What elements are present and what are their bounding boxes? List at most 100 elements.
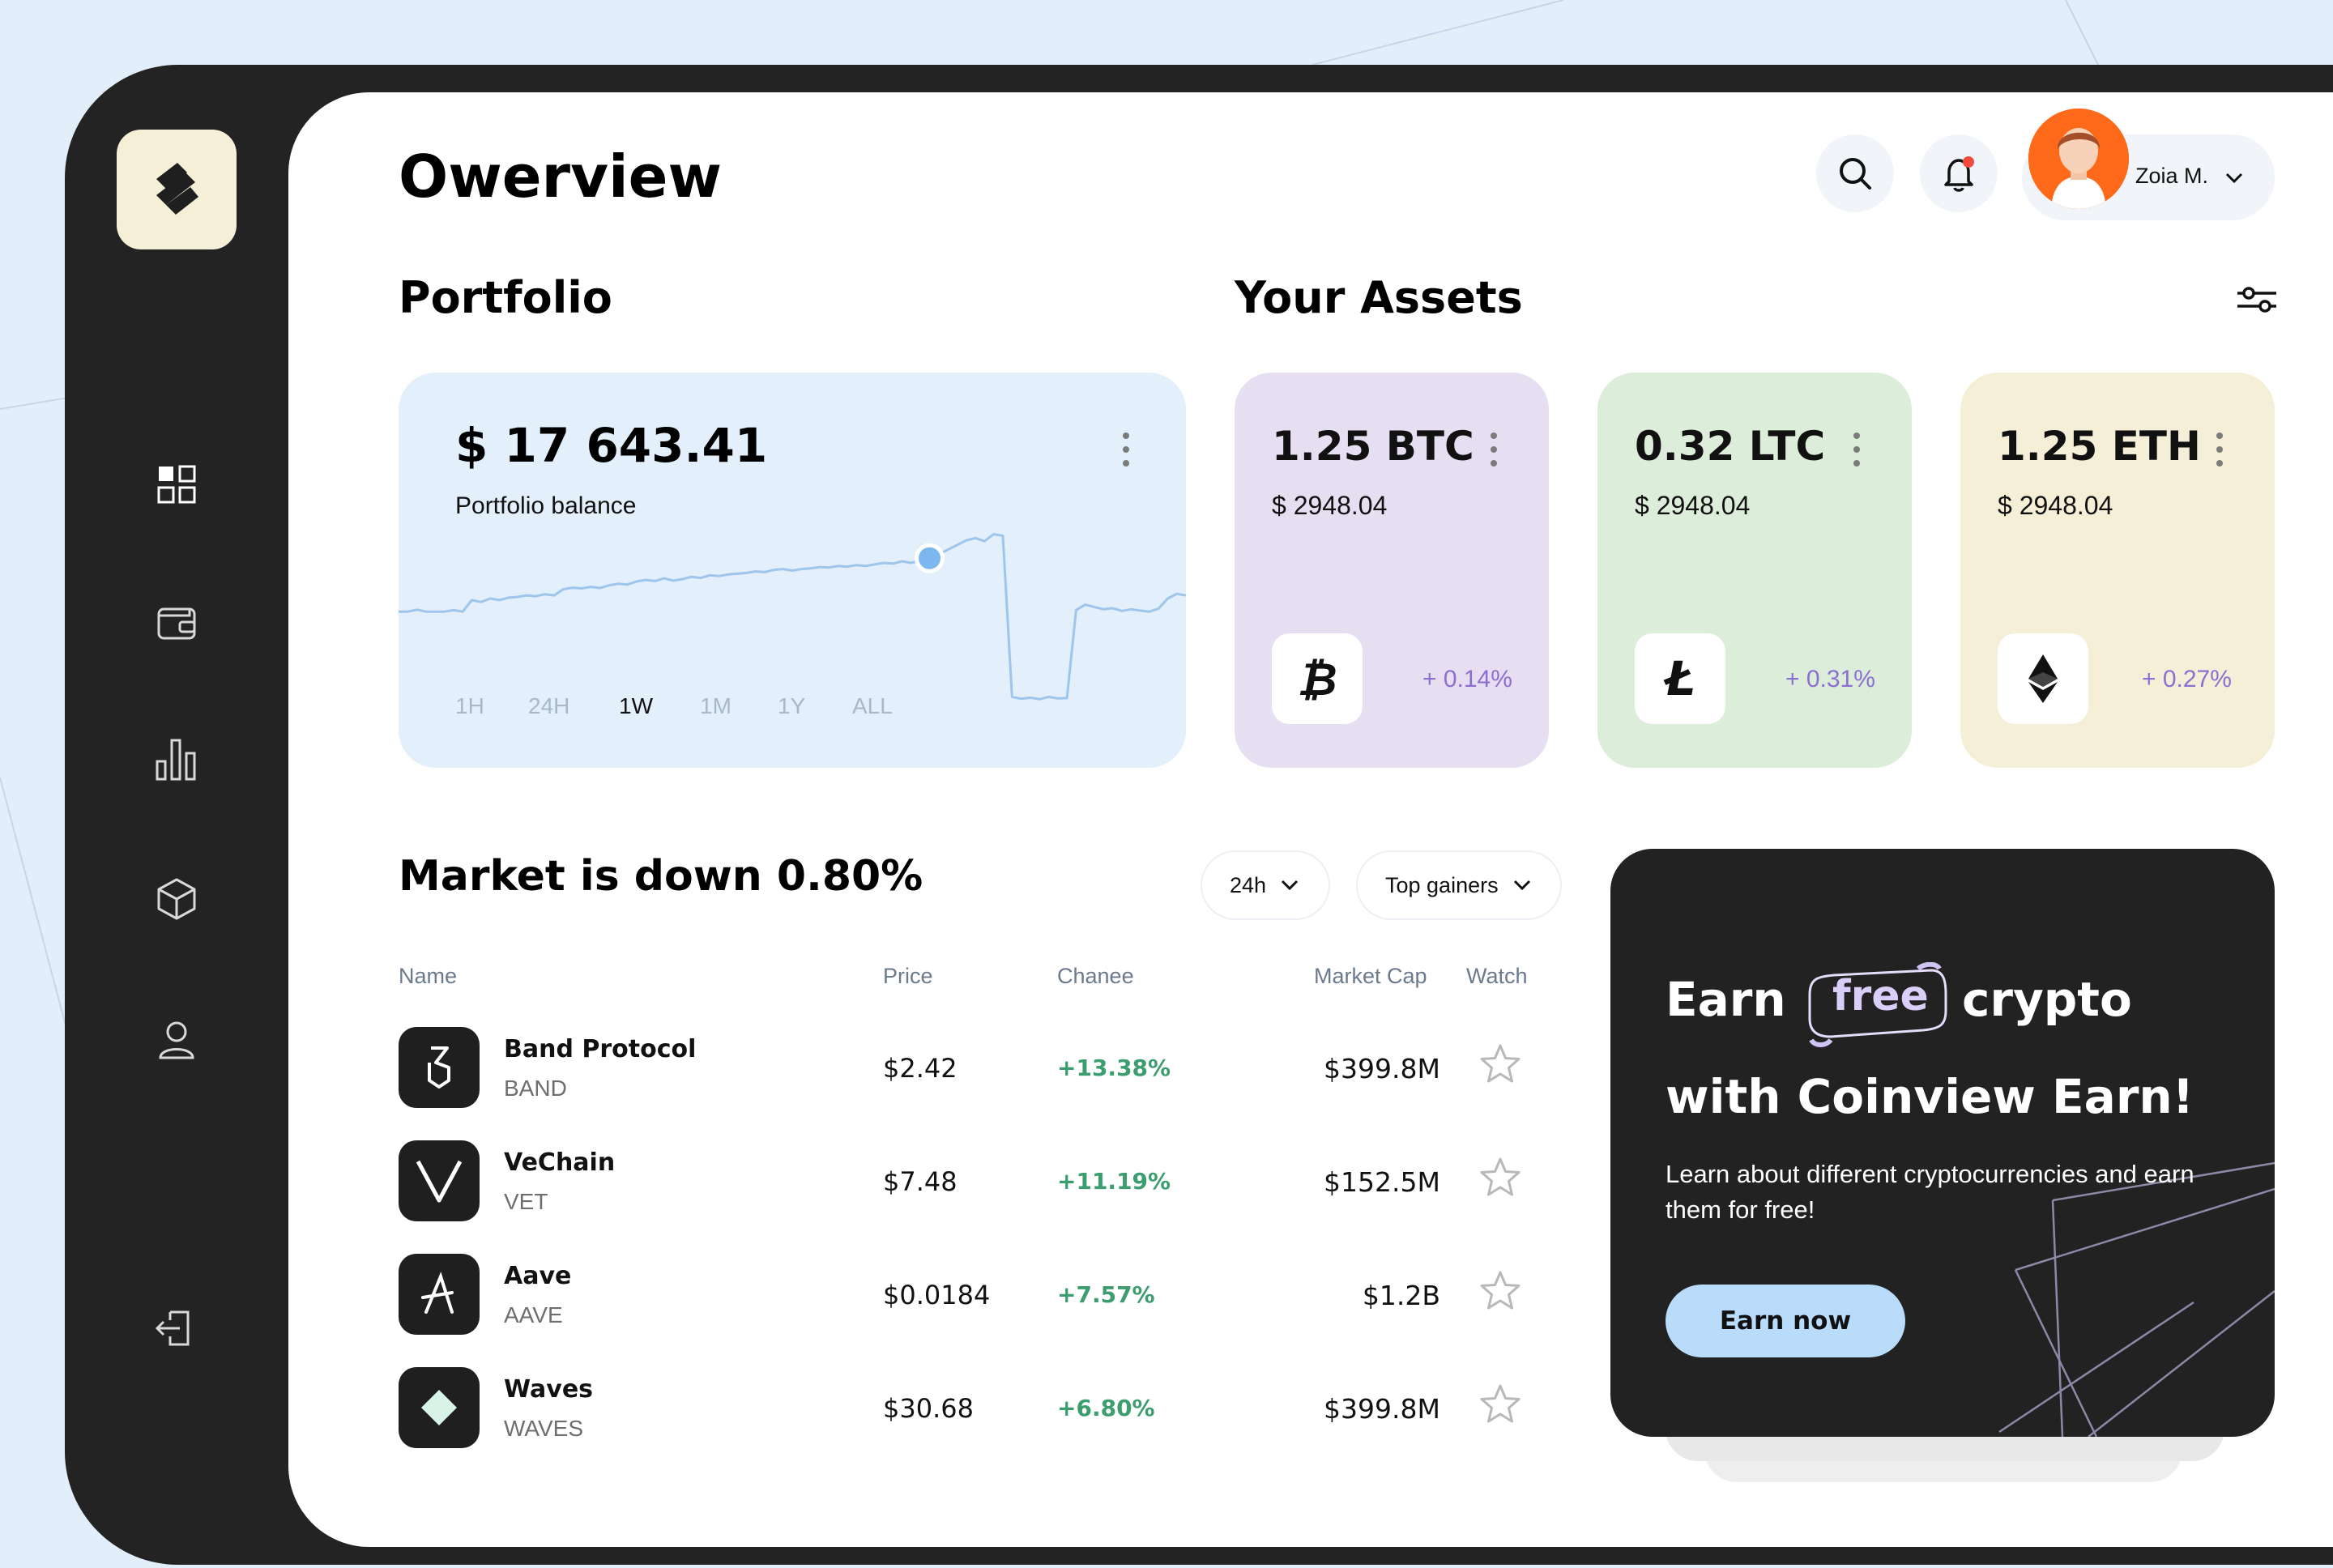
assets-heading: Your Assets xyxy=(1235,272,1523,323)
asset-menu-button[interactable] xyxy=(1853,432,1863,474)
timeframe-24h[interactable]: 24H xyxy=(528,693,569,719)
asset-card-eth[interactable]: 1.25 ETH $ 2948.04 + 0.27% xyxy=(1960,373,2275,768)
asset-usd-value: $ 2948.04 xyxy=(1998,491,2113,520)
period-select[interactable]: 24h xyxy=(1201,850,1330,920)
nav-products[interactable] xyxy=(149,871,204,927)
asset-card-ltc[interactable]: 0.32 LTC $ 2948.04 Ł + 0.31% xyxy=(1597,373,1912,768)
star-icon[interactable] xyxy=(1479,1270,1521,1312)
coin-symbol: WAVES xyxy=(504,1416,584,1441)
column-header-market-cap[interactable]: Market Cap xyxy=(1314,964,1427,989)
period-select-value: 24h xyxy=(1230,872,1267,897)
sliders-icon xyxy=(2237,287,2276,313)
coin-market-cap: $152.5M xyxy=(1324,1166,1440,1198)
notifications-button[interactable] xyxy=(1920,134,1998,212)
column-header-watch[interactable]: Watch xyxy=(1466,964,1528,989)
nav-profile[interactable] xyxy=(149,1012,204,1067)
asset-change: + 0.14% xyxy=(1422,666,1512,692)
column-header-name[interactable]: Name xyxy=(399,964,457,989)
sort-select[interactable]: Top gainers xyxy=(1356,850,1562,920)
promo-earn-word: Earn xyxy=(1666,972,1786,1027)
earn-promo-card: Earn free crypto with Coinview Earn! Lea… xyxy=(1610,849,2275,1437)
column-header-price[interactable]: Price xyxy=(883,964,933,989)
aave-icon xyxy=(399,1254,480,1335)
user-icon xyxy=(159,1021,194,1059)
coin-symbol: BAND xyxy=(504,1076,567,1101)
search-button[interactable] xyxy=(1816,134,1894,212)
brand-logo-icon xyxy=(156,163,198,215)
coin-market-cap: $399.8M xyxy=(1324,1053,1440,1084)
star-icon[interactable] xyxy=(1479,1043,1521,1085)
nav-dashboard[interactable] xyxy=(149,457,204,512)
coin-name: Band Protocol xyxy=(504,1035,697,1063)
portfolio-balance: $ 17 643.41 xyxy=(455,418,768,473)
coin-change: +6.80% xyxy=(1057,1395,1155,1421)
avatar[interactable] xyxy=(2028,109,2129,209)
nav-logout[interactable] xyxy=(149,1301,204,1356)
page-title: Owerview xyxy=(399,143,723,211)
wallet-icon xyxy=(157,607,196,640)
asset-change: + 0.31% xyxy=(1785,666,1875,692)
earn-now-button[interactable]: Earn now xyxy=(1666,1285,1905,1357)
sort-select-value: Top gainers xyxy=(1385,872,1499,897)
portfolio-line-chart xyxy=(399,533,1186,701)
vechain-icon xyxy=(399,1140,480,1221)
star-icon[interactable] xyxy=(1479,1157,1521,1199)
market-heading: Market is down 0.80% xyxy=(399,852,923,901)
promo-crypto-word: crypto xyxy=(1962,972,2132,1027)
timeframe-1m[interactable]: 1M xyxy=(700,693,731,719)
star-icon[interactable] xyxy=(1479,1383,1521,1425)
coin-change: +11.19% xyxy=(1057,1168,1171,1195)
asset-menu-button[interactable] xyxy=(1491,432,1500,474)
asset-menu-button[interactable] xyxy=(2216,432,2226,474)
timeframe-1h[interactable]: 1H xyxy=(455,693,484,719)
asset-usd-value: $ 2948.04 xyxy=(1635,491,1751,520)
coin-symbol: AAVE xyxy=(504,1302,563,1327)
asset-amount: 0.32 LTC xyxy=(1635,423,1826,470)
litecoin-icon: Ł xyxy=(1635,633,1725,724)
waves-icon xyxy=(399,1367,480,1448)
nav-wallet[interactable] xyxy=(149,594,204,650)
coin-price: $30.68 xyxy=(883,1393,974,1424)
bell-icon xyxy=(1944,156,1974,192)
assets-filter-button[interactable] xyxy=(2236,282,2278,317)
portfolio-balance-label: Portfolio balance xyxy=(455,492,637,519)
timeframe-1y[interactable]: 1Y xyxy=(778,693,805,719)
timeframe-all[interactable]: ALL xyxy=(852,693,893,719)
promo-description: Learn about different cryptocurrencies a… xyxy=(1666,1160,2194,1224)
band-protocol-icon xyxy=(399,1027,480,1108)
portfolio-line xyxy=(399,533,1186,701)
chart-highlight-point[interactable] xyxy=(915,543,945,573)
chevron-down-icon xyxy=(1513,880,1530,891)
coin-price: $7.48 xyxy=(883,1166,958,1197)
chevron-down-icon xyxy=(2225,173,2243,184)
brand-logo[interactable] xyxy=(117,130,237,249)
coin-price: $0.0184 xyxy=(883,1280,991,1310)
asset-usd-value: $ 2948.04 xyxy=(1272,491,1388,520)
free-badge: free xyxy=(1802,962,1952,1047)
portfolio-menu-button[interactable] xyxy=(1123,432,1132,474)
svg-text:₿: ₿ xyxy=(1297,654,1337,705)
column-header-change[interactable]: Chanee xyxy=(1057,964,1134,989)
portfolio-heading: Portfolio xyxy=(399,272,612,323)
portfolio-card: $ 17 643.41 Portfolio balance 1H 24H 1W 1M 1… xyxy=(399,373,1186,768)
timeframe-1w[interactable]: 1W xyxy=(619,693,653,719)
coin-price: $2.42 xyxy=(883,1053,958,1084)
coin-change: +13.38% xyxy=(1057,1055,1171,1081)
coin-market-cap: $399.8M xyxy=(1324,1393,1440,1425)
bar-chart-icon xyxy=(156,739,196,781)
promo-headline: with Coinview Earn! xyxy=(1666,1069,2194,1124)
coin-change: +7.57% xyxy=(1057,1281,1155,1308)
coin-name: Aave xyxy=(504,1262,572,1290)
asset-card-btc[interactable]: 1.25 BTC $ 2948.04 ₿ + 0.14% xyxy=(1235,373,1549,768)
logout-icon xyxy=(155,1310,190,1346)
ethereum-icon xyxy=(1998,633,2088,724)
nav-statistics[interactable] xyxy=(149,732,204,787)
chevron-down-icon xyxy=(1282,880,1299,891)
asset-amount: 1.25 ETH xyxy=(1998,423,2201,470)
avatar-image xyxy=(2028,109,2129,209)
coin-symbol: VET xyxy=(504,1189,548,1214)
dashboard-icon xyxy=(157,465,196,504)
asset-change: + 0.27% xyxy=(2142,666,2232,692)
coin-name: Waves xyxy=(504,1375,594,1404)
bitcoin-icon: ₿ xyxy=(1272,633,1363,724)
